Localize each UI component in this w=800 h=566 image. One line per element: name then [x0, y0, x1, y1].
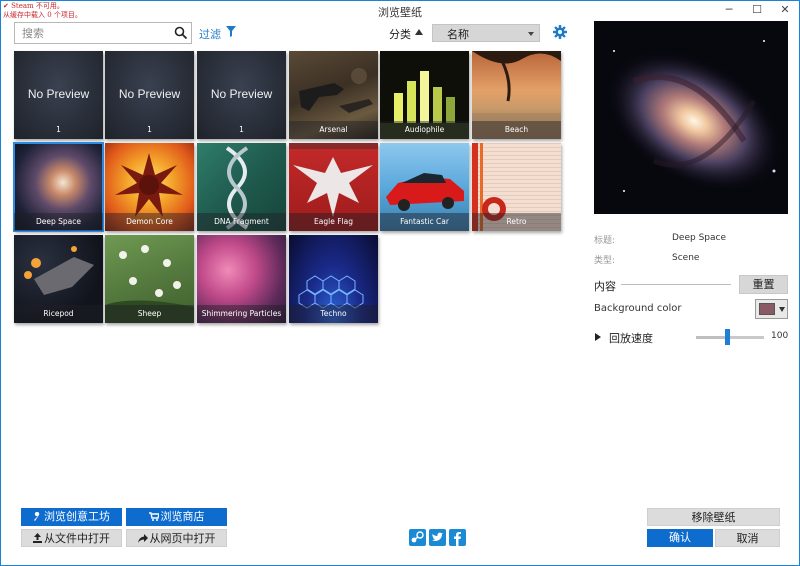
type-row: 类型: Scene	[594, 253, 699, 266]
wallpaper-tile-demon-core[interactable]: Demon Core	[105, 143, 194, 231]
content-divider	[621, 284, 731, 285]
type-value: Scene	[672, 253, 700, 263]
search-icon[interactable]	[174, 26, 188, 40]
search-input[interactable]	[15, 23, 165, 43]
expand-arrow-icon[interactable]	[595, 333, 601, 341]
wallpaper-tile-fantastic-car[interactable]: Fantastic Car	[380, 143, 469, 231]
steam-icon[interactable]	[409, 529, 426, 546]
wallpaper-tile-arsenal[interactable]: Arsenal	[289, 51, 378, 139]
ok-button[interactable]: 确认	[647, 529, 713, 547]
wallpaper-label: Shimmering Particles	[197, 305, 286, 323]
filter-link[interactable]: 过滤	[199, 26, 221, 42]
no-preview-text: No Preview	[27, 87, 90, 101]
wallpaper-label: Fantastic Car	[380, 213, 469, 231]
wallpaper-label: Sheep	[105, 305, 194, 323]
open-file-label: 从文件中打开	[44, 532, 110, 545]
background-color-picker[interactable]	[755, 299, 788, 319]
wallpaper-label: 1	[239, 125, 244, 134]
wallpaper-tile-techno[interactable]: Techno	[289, 235, 378, 323]
wallpaper-label: Demon Core	[105, 213, 194, 231]
background-color-label: Background color	[594, 303, 682, 314]
wallpaper-tile-dna-fragment[interactable]: DNA Fragment	[197, 143, 286, 231]
wallpaper-tile-beach[interactable]: Beach	[472, 51, 561, 139]
facebook-icon[interactable]	[449, 529, 466, 546]
open-web-label: 从网页中打开	[149, 532, 216, 545]
wallpaper-label: Techno	[289, 305, 378, 323]
wallpaper-tile[interactable]: No Preview 1	[105, 51, 194, 139]
remove-wallpaper-button[interactable]: 移除壁纸	[647, 508, 780, 526]
wallpaper-label: Ricepod	[14, 305, 103, 323]
minimize-button[interactable]: ─	[715, 1, 743, 19]
wallpaper-tile[interactable]: No Preview 1	[197, 51, 286, 139]
wallpaper-label: Arsenal	[289, 121, 378, 139]
no-preview-text: No Preview	[210, 87, 273, 101]
browse-workshop-label: 浏览创意工坊	[44, 510, 110, 523]
wallpaper-tile-ricepod[interactable]: Ricepod	[14, 235, 103, 323]
no-preview-text: No Preview	[118, 87, 181, 101]
wallpaper-tile-shimmering-particles[interactable]: Shimmering Particles	[197, 235, 286, 323]
search-box[interactable]	[14, 22, 192, 44]
chevron-down-icon	[528, 32, 534, 36]
title-bar: ✔ Steam 不可用。 从缓存中载入 0 个项目。 浏览壁纸 ─ ☐ ✕	[1, 1, 799, 20]
cancel-button[interactable]: 取消	[715, 529, 780, 547]
sort-dropdown[interactable]: 名称	[432, 24, 540, 42]
wallpaper-label: Deep Space	[14, 213, 103, 231]
upload-icon	[33, 533, 42, 543]
browse-workshop-button[interactable]: 浏览创意工坊	[21, 508, 122, 526]
wallpaper-label: Eagle Flag	[289, 213, 378, 231]
playback-speed-label: 回放速度	[609, 332, 653, 345]
wallpaper-tile-audiophile[interactable]: Audiophile	[380, 51, 469, 139]
wallpaper-label: Audiophile	[380, 121, 469, 139]
wallpaper-browser-window: ✔ Steam 不可用。 从缓存中载入 0 个项目。 浏览壁纸 ─ ☐ ✕ 过滤…	[0, 0, 800, 566]
title-key: 标题:	[594, 236, 616, 246]
sort-value: 名称	[447, 28, 469, 41]
window-title: 浏览壁纸	[378, 6, 422, 19]
content-label: 内容	[594, 280, 616, 293]
filter-icon[interactable]	[226, 26, 236, 37]
open-web-button[interactable]: 从网页中打开	[126, 529, 227, 547]
share-arrow-icon	[137, 534, 148, 543]
wallpaper-tile-sheep[interactable]: Sheep	[105, 235, 194, 323]
wallpaper-label: 1	[56, 125, 61, 134]
chevron-down-icon	[779, 307, 785, 312]
wrench-icon	[34, 512, 40, 521]
title-value: Deep Space	[672, 233, 727, 243]
browse-store-label: 浏览商店	[160, 510, 205, 523]
playback-speed-slider[interactable]	[696, 336, 764, 339]
wallpaper-tile-eagle-flag[interactable]: Eagle Flag	[289, 143, 378, 231]
playback-speed-value: 100	[771, 331, 789, 341]
wallpaper-tile-deep-space[interactable]: Deep Space	[13, 142, 104, 232]
sort-label: 分类	[389, 28, 411, 41]
wallpaper-label: Retro	[472, 213, 561, 231]
twitter-icon[interactable]	[429, 529, 446, 546]
wallpaper-label: DNA Fragment	[197, 213, 286, 231]
close-button[interactable]: ✕	[771, 1, 799, 19]
browse-store-button[interactable]: 浏览商店	[126, 508, 227, 526]
type-key: 类型:	[594, 256, 616, 266]
maximize-button[interactable]: ☐	[743, 1, 771, 19]
wallpaper-label: Beach	[472, 121, 561, 139]
wallpaper-label: 1	[147, 125, 152, 134]
wallpaper-tile[interactable]: No Preview 1	[14, 51, 103, 139]
wallpaper-preview-image	[594, 21, 788, 214]
wallpaper-tile-retro[interactable]: Retro	[472, 143, 561, 231]
open-file-button[interactable]: 从文件中打开	[21, 529, 122, 547]
title-row: 标题: Deep Space	[594, 233, 726, 246]
deep-space-preview	[594, 21, 788, 214]
slider-thumb[interactable]	[724, 329, 730, 345]
color-swatch	[759, 303, 775, 315]
sort-direction-icon[interactable]	[415, 29, 423, 35]
cart-icon	[148, 512, 159, 521]
reset-button[interactable]: 重置	[739, 275, 788, 294]
slider-fill	[696, 336, 727, 339]
gear-icon[interactable]	[553, 25, 567, 39]
